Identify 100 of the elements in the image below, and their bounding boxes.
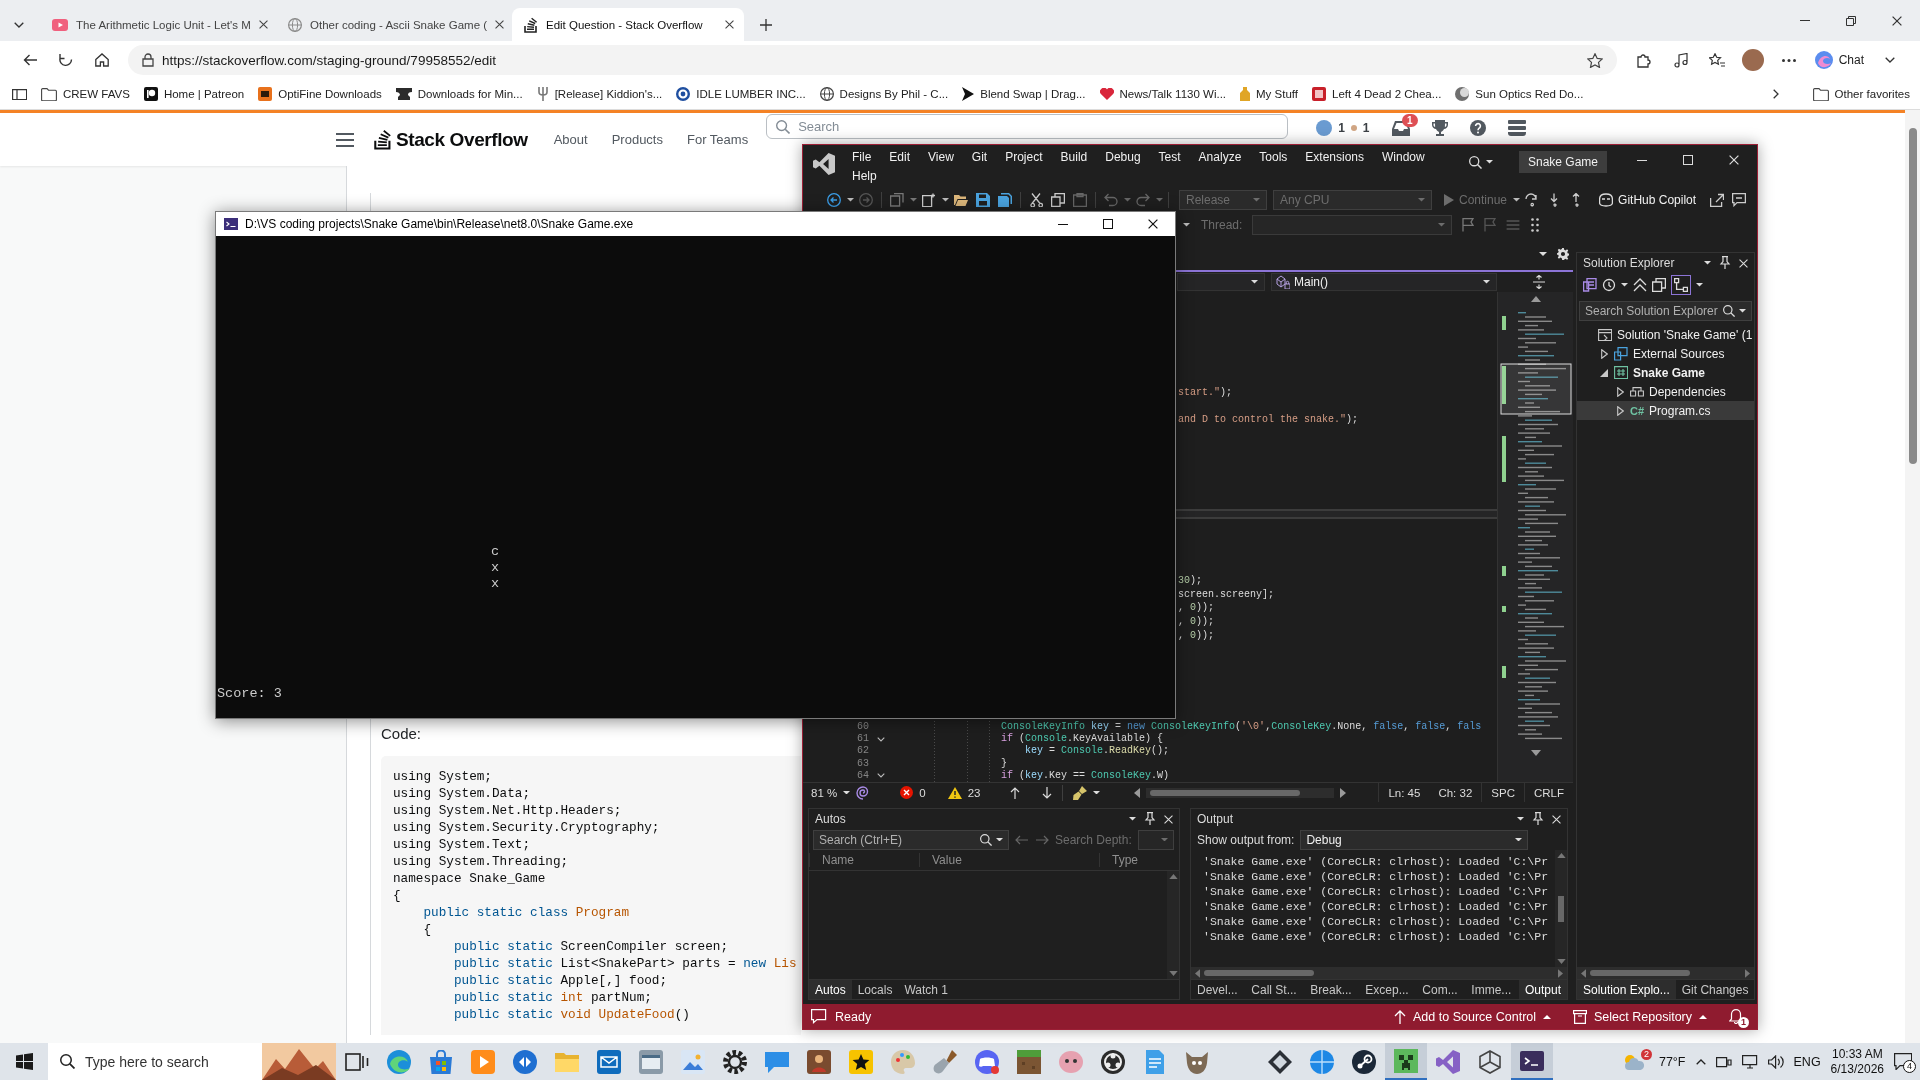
plus-icon[interactable] <box>760 18 772 31</box>
search-field[interactable]: Search (Ctrl+E) <box>813 829 1009 850</box>
menu-item[interactable]: Analyze <box>1189 148 1251 167</box>
menu-item[interactable]: File <box>843 148 881 167</box>
tree-item[interactable]: Solution 'Snake Game' (1 <box>1577 325 1755 344</box>
pin-icon[interactable] <box>1532 812 1544 826</box>
menu-icon[interactable] <box>336 132 354 147</box>
chevron-up-icon[interactable] <box>1695 1058 1706 1065</box>
bookmark-link[interactable]: Blend Swap | Drag... <box>962 87 1086 101</box>
zoom-level[interactable]: 81 % <box>811 786 838 799</box>
warning-count[interactable]: 23 <box>967 786 981 799</box>
warning-triangle-icon[interactable] <box>947 786 962 799</box>
flag-icon[interactable] <box>1462 218 1477 232</box>
caret-down-icon[interactable] <box>1704 261 1712 265</box>
panel-tab[interactable]: Locals <box>851 980 899 999</box>
back-arrow-icon[interactable] <box>22 54 38 66</box>
language-indicator[interactable]: ENG <box>1793 1054 1821 1069</box>
copy-windows-icon[interactable] <box>1652 278 1666 292</box>
tree-item[interactable]: External Sources <box>1577 344 1755 363</box>
column-header[interactable]: Value <box>919 853 1099 867</box>
panel-tab[interactable]: Git Changes <box>1675 980 1755 999</box>
pin-icon[interactable] <box>1719 256 1732 270</box>
bell-icon[interactable] <box>1729 1009 1743 1024</box>
window-stack-icon[interactable] <box>890 193 904 207</box>
speaker-icon[interactable] <box>1767 1054 1784 1069</box>
source-control-button[interactable]: Add to Source Control <box>1394 1009 1552 1024</box>
panel-tab[interactable]: Output <box>1518 980 1567 999</box>
pin-icon[interactable] <box>1144 812 1156 826</box>
network-icon[interactable] <box>1741 1054 1758 1069</box>
caret-down-icon[interactable] <box>843 790 851 795</box>
site-logo[interactable]: Stack Overflow <box>374 124 528 155</box>
close-icon[interactable] <box>725 20 734 29</box>
tree-item[interactable]: Snake Game <box>1577 363 1755 382</box>
clock[interactable]: 10:33 AM 6/13/2026 <box>1830 1046 1884 1077</box>
output-source-dropdown[interactable]: Debug <box>1300 829 1529 850</box>
split-window-icon[interactable] <box>1533 275 1545 289</box>
start-icon[interactable] <box>15 1053 33 1070</box>
help-icon[interactable] <box>1469 120 1486 136</box>
clipboard-icon[interactable] <box>1073 193 1087 207</box>
save-all-icon[interactable] <box>998 193 1012 207</box>
scroll-up-arrow-icon[interactable] <box>1556 853 1566 858</box>
copy-icon[interactable] <box>1051 193 1065 207</box>
star-icon[interactable] <box>1586 52 1603 68</box>
caret-down-icon[interactable] <box>1539 251 1547 256</box>
address-field[interactable]: https://stackoverflow.com/staging-ground/79958552/edit <box>128 45 1617 75</box>
repository-button[interactable]: Select Repository <box>1573 1009 1707 1024</box>
scrollbar-thumb[interactable] <box>1558 895 1564 922</box>
scroll-right-arrow-icon[interactable] <box>1745 968 1751 978</box>
restore-icon[interactable] <box>1846 15 1856 26</box>
scroll-up-arrow-icon[interactable] <box>1168 874 1178 879</box>
panel-tab[interactable]: Com... <box>1416 980 1464 999</box>
arrow-right-icon[interactable] <box>1035 834 1049 845</box>
scrollbar-thumb[interactable] <box>1204 970 1314 976</box>
collapsed-arrow-icon[interactable] <box>1616 386 1624 397</box>
menu-item[interactable]: Window <box>1373 148 1434 167</box>
close-icon[interactable] <box>1147 219 1158 229</box>
menu-item[interactable]: Project <box>996 148 1052 167</box>
scroll-down-arrow-icon[interactable] <box>1530 750 1541 756</box>
redo-icon[interactable] <box>1136 193 1150 207</box>
bookmark-folder[interactable]: Other favorites <box>1812 87 1910 101</box>
dots-icon[interactable] <box>1531 218 1540 232</box>
taskbar-app-button[interactable] <box>1385 1043 1427 1080</box>
open-folder-icon[interactable] <box>954 193 968 207</box>
column-header[interactable]: Name <box>809 853 919 867</box>
chevron-right-icon[interactable] <box>1772 89 1779 99</box>
step-over-icon[interactable] <box>1525 193 1540 207</box>
menu-item[interactable]: Extensions <box>1296 148 1374 167</box>
nav-link[interactable]: About <box>541 126 600 153</box>
chevron-down-icon[interactable] <box>1885 57 1895 63</box>
collapse-all-icon[interactable] <box>1633 278 1647 292</box>
copilot-button[interactable]: GitHub Copilot <box>1595 193 1701 207</box>
bookmark-link[interactable]: Downloads for Min... <box>395 88 523 100</box>
menu-item[interactable]: Debug <box>1096 148 1150 167</box>
menu-item[interactable]: Help <box>843 167 886 186</box>
scrollbar-thumb[interactable] <box>1908 128 1917 464</box>
panel-tab[interactable]: Solution Explo... <box>1577 980 1676 999</box>
menu-item[interactable]: Test <box>1149 148 1190 167</box>
favorites-star-icon[interactable] <box>1708 53 1725 67</box>
panel-tab[interactable]: Imme... <box>1465 980 1518 999</box>
scrollbar-thumb[interactable] <box>1590 970 1690 976</box>
stacked-bars-icon[interactable] <box>1507 120 1526 136</box>
menu-item[interactable]: View <box>919 148 963 167</box>
column-indicator[interactable]: Ch: 32 <box>1429 783 1482 802</box>
bookmark-link[interactable]: Designs By Phil - C... <box>819 87 949 101</box>
column-header[interactable]: Type <box>1099 853 1179 867</box>
scroll-right-arrow-icon[interactable] <box>1558 968 1563 978</box>
document-switch-icon[interactable] <box>1583 278 1597 292</box>
browser-tab[interactable]: Other coding - Ascii Snake Game ( <box>276 8 508 41</box>
expanded-arrow-icon[interactable] <box>1600 368 1608 377</box>
menu-item[interactable]: Edit <box>880 148 920 167</box>
speech-bubble-icon[interactable] <box>811 1009 827 1024</box>
bookmark-link[interactable]: Left 4 Dead 2 Chea... <box>1312 87 1442 101</box>
nav-link[interactable]: For Teams <box>675 126 761 153</box>
scroll-right-arrow-icon[interactable] <box>1340 787 1347 798</box>
bookmark-link[interactable]: IDLE LUMBER INC... <box>676 87 806 101</box>
panel-tab[interactable]: Excep... <box>1359 980 1415 999</box>
bookmark-link[interactable]: My Stuff <box>1240 87 1298 101</box>
panel-tab[interactable]: Break... <box>1304 980 1358 999</box>
brush-icon[interactable] <box>1073 785 1088 800</box>
arrow-left-icon[interactable] <box>1015 834 1029 845</box>
